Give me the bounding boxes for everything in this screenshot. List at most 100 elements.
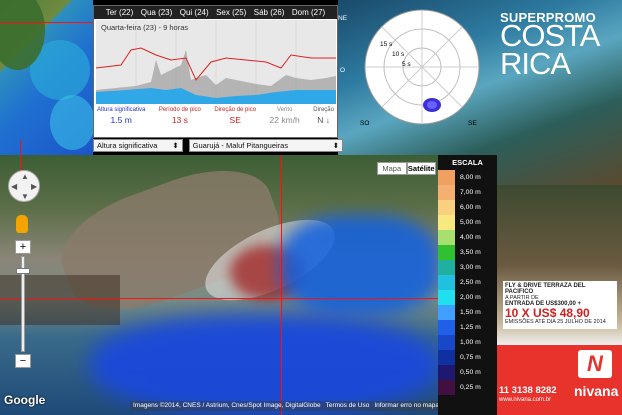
scale-label: 2,50 m [460, 279, 481, 286]
stat-label: Altura significativa [97, 107, 146, 113]
ring-label: 10 s [392, 51, 405, 58]
scale-row: 2,50 m [438, 275, 497, 290]
wave-overview-minimap[interactable] [0, 0, 93, 155]
imagery-credit: Imagens ©2014, CNES / Astrium, Cnes/Spot… [133, 402, 321, 409]
scale-swatch [438, 320, 455, 335]
forecast-stats: Altura significativa 1.5 m Período de pi… [94, 107, 337, 125]
zoom-slider[interactable]: + − [15, 240, 31, 370]
stat-value: SE [229, 115, 241, 125]
scale-label: 0,50 m [460, 369, 481, 376]
stat-value: 1.5 m [110, 115, 132, 125]
stat-value: 13 s [171, 115, 188, 125]
crosshair-horizontal-mini [0, 22, 93, 23]
map-attribution: Imagens ©2014, CNES / Astrium, Cnes/Spot… [130, 401, 442, 411]
scale-label: 3,50 m [460, 249, 481, 256]
stat-wind: Vento 22 km/h [270, 107, 300, 125]
compass-so: SO [360, 120, 370, 127]
scale-label: 7,00 m [460, 189, 481, 196]
scale-label: 3,00 m [460, 264, 481, 271]
scale-row: 3,50 m [438, 245, 497, 260]
ring-label: 5 s [402, 61, 411, 68]
scale-swatch [438, 200, 455, 215]
scale-label: 6,00 m [460, 204, 481, 211]
day-tab[interactable]: Sáb (26) [254, 8, 285, 17]
scale-row: 0,25 m [438, 380, 497, 395]
scale-label: 1,50 m [460, 309, 481, 316]
satellite-map[interactable] [0, 155, 497, 415]
stat-value: 22 km/h [269, 115, 300, 125]
chevron-down-icon[interactable]: ▼ [21, 192, 29, 201]
scale-row: 4,00 m [438, 230, 497, 245]
scale-swatch [438, 230, 455, 245]
scale-label: 1,25 m [460, 324, 481, 331]
day-tab[interactable]: Dom (27) [292, 8, 325, 17]
select-arrow-icon: ⬍ [332, 141, 339, 150]
scale-swatch [438, 350, 455, 365]
report-error-link[interactable]: Informar erro no mapa [374, 402, 439, 410]
google-logo[interactable]: Google [4, 393, 45, 407]
scale-label: 8,00 m [460, 174, 481, 181]
stat-label: Direção de pico [214, 107, 257, 113]
chevron-up-icon[interactable]: ▲ [21, 172, 29, 181]
day-tab[interactable]: Sex (25) [216, 8, 246, 17]
scale-row: 1,25 m [438, 320, 497, 335]
arrow-down-icon: ↓ [325, 115, 330, 125]
pan-control[interactable]: ▲ ▼ ◀ ▶ [8, 170, 40, 202]
map-type-map[interactable]: Mapa [377, 162, 407, 175]
wave-field [90, 315, 440, 415]
location-select[interactable]: Guarujá - Maluf Pitangueiras ⬍ [188, 139, 343, 152]
chevron-right-icon[interactable]: ▶ [31, 182, 37, 191]
scale-swatch [438, 170, 455, 185]
scale-swatch [438, 215, 455, 230]
ring-label: 15 s [380, 41, 393, 48]
scale-label: 0,75 m [460, 354, 481, 361]
zoom-out-button[interactable]: − [15, 354, 31, 368]
stat-wind-direction: Direção N ↓ [313, 107, 334, 125]
scale-rows: 8,00 m 7,00 m 6,00 m 5,00 m 4,00 m 3,50 m 3,00… [438, 170, 497, 395]
scale-label: 1,00 m [460, 339, 481, 346]
scale-label: 2,00 m [460, 294, 481, 301]
map-type-satellite[interactable]: Satélite [406, 162, 436, 175]
scale-title: ESCALA [452, 158, 483, 167]
zoom-in-button[interactable]: + [15, 240, 31, 254]
selector-row: Altura significativa ⬍ Guarujá - Maluf P… [93, 139, 343, 155]
day-tab[interactable]: Qui (24) [180, 8, 209, 17]
zoom-handle[interactable] [16, 268, 30, 274]
stat-label: Direção [313, 107, 334, 113]
compass-ne: NE [338, 15, 348, 22]
scale-row: 3,00 m [438, 260, 497, 275]
scale-row: 0,50 m [438, 365, 497, 380]
scale-swatch [438, 290, 455, 305]
stat-label: Período de pico [158, 107, 201, 113]
forecast-graph[interactable]: Quarta-feira (23) - 9 horas [96, 20, 336, 104]
location-select-value: Guarujá - Maluf Pitangueiras [192, 141, 289, 150]
scale-swatch [438, 275, 455, 290]
scale-swatch [438, 260, 455, 275]
wind-direction-value: N [317, 115, 324, 125]
chevron-left-icon[interactable]: ◀ [11, 182, 17, 191]
scale-row: 6,00 m [438, 200, 497, 215]
scale-swatch [438, 335, 455, 350]
terms-link[interactable]: Termos de Uso [326, 402, 370, 410]
stat-period: Período de pico 13 s [159, 107, 201, 125]
stat-value: N ↓ [317, 115, 330, 125]
forecast-graph-svg [96, 20, 336, 104]
map-type-toggle: Mapa Satélite [377, 162, 436, 175]
scale-row: 8,00 m [438, 170, 497, 185]
wave-field [280, 215, 440, 315]
crosshair-vertical [281, 155, 282, 415]
polar-spectrum: 15 s 10 s 5 s NE O SO SE [338, 5, 482, 130]
stat-height: Altura significativa 1.5 m [97, 107, 145, 125]
scale-row: 2,00 m [438, 290, 497, 305]
select-arrow-icon: ⬍ [172, 141, 179, 150]
day-tab[interactable]: Ter (22) [106, 8, 134, 17]
compass-se: SE [468, 120, 477, 127]
scale-swatch [438, 185, 455, 200]
nivana-logo-icon: N [578, 350, 612, 378]
ad-title: COSTA RICA [500, 18, 599, 81]
parameter-select[interactable]: Altura significativa ⬍ [93, 139, 183, 152]
scale-row: 7,00 m [438, 185, 497, 200]
day-tab[interactable]: Qua (23) [141, 8, 173, 17]
pegman-icon[interactable] [16, 215, 28, 233]
stat-label: Vento [276, 107, 293, 113]
